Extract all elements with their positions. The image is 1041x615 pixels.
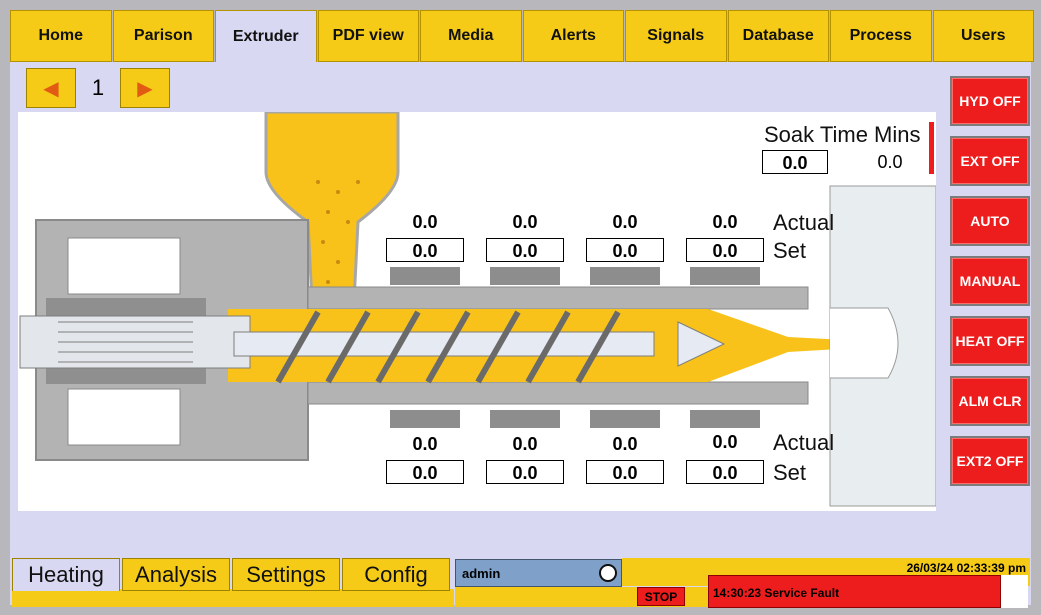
zone2-bottom-set-input[interactable]: 0.0 <box>486 460 564 484</box>
hyd-off-button[interactable]: HYD OFF <box>950 76 1030 126</box>
zone2-top-set-input[interactable]: 0.0 <box>486 238 564 262</box>
page-selector: ◀ 1 ▶ <box>26 68 170 108</box>
user-icon <box>599 564 617 582</box>
zone2-top-actual: 0.0 <box>512 212 538 232</box>
arrow-right-icon: ▶ <box>137 77 153 100</box>
zone4-top-set-input[interactable]: 0.0 <box>686 238 764 262</box>
prev-page-button[interactable]: ◀ <box>26 68 76 108</box>
zone1-bottom-actual: 0.0 <box>412 434 438 454</box>
alm-clr-button[interactable]: ALM CLR <box>950 376 1030 426</box>
tab-parison[interactable]: Parison <box>112 10 214 62</box>
tab-process[interactable]: Process <box>830 10 932 62</box>
alarm-banner[interactable]: 14:30:23 Service Fault <box>708 575 1001 608</box>
tab-media[interactable]: Media <box>420 10 522 62</box>
zone3-bottom-actual: 0.0 <box>612 434 638 454</box>
tab-users[interactable]: Users <box>932 10 1034 62</box>
page-number: 1 <box>91 75 105 100</box>
tab-settings[interactable]: Settings <box>232 558 340 591</box>
zone2-bottom-actual: 0.0 <box>512 434 538 454</box>
tab-analysis[interactable]: Analysis <box>122 558 230 591</box>
bottom-actual-label: Actual <box>773 430 835 455</box>
zone4-bottom-set-input[interactable]: 0.0 <box>686 460 764 484</box>
zone3-top-actual: 0.0 <box>612 212 638 232</box>
arrow-left-icon: ◀ <box>43 77 59 100</box>
zone1-top-set-input[interactable]: 0.0 <box>386 238 464 262</box>
top-actual-label: Actual <box>773 210 835 235</box>
heat-off-button[interactable]: HEAT OFF <box>950 316 1030 366</box>
tab-database[interactable]: Database <box>727 10 829 62</box>
soak-time-set-input[interactable]: 0.0 <box>762 150 828 174</box>
ext-off-button[interactable]: EXT OFF <box>950 136 1030 186</box>
top-set-label: Set <box>773 238 807 263</box>
zone4-bottom-actual: 0.0 <box>712 432 738 452</box>
tab-pdf-view[interactable]: PDF view <box>317 10 419 62</box>
zone1-top-actual: 0.0 <box>412 212 438 232</box>
stop-indicator: STOP <box>637 587 685 606</box>
control-button-panel: HYD OFF EXT OFF AUTO MANUAL HEAT OFF ALM… <box>950 76 1032 496</box>
tab-signals[interactable]: Signals <box>625 10 727 62</box>
tab-heating[interactable]: Heating <box>12 558 120 591</box>
auto-button[interactable]: AUTO <box>950 196 1030 246</box>
zone1-bottom-set-input[interactable]: 0.0 <box>386 460 464 484</box>
soak-time-title: Soak Time Mins <box>764 122 921 147</box>
next-page-button[interactable]: ▶ <box>120 68 170 108</box>
tab-alerts[interactable]: Alerts <box>522 10 624 62</box>
bottom-set-label: Set <box>773 460 807 485</box>
bottom-tab-bar: Heating Analysis Settings Config <box>12 558 452 591</box>
tab-extruder[interactable]: Extruder <box>215 10 317 62</box>
tab-config[interactable]: Config <box>342 558 450 591</box>
current-user: admin <box>462 565 501 581</box>
manual-button[interactable]: MANUAL <box>950 256 1030 306</box>
alarm-blank-cell <box>1001 575 1028 608</box>
main-navigation: Home Parison Extruder PDF view Media Ale… <box>10 10 1035 62</box>
user-login-box[interactable]: admin <box>455 559 622 587</box>
bottom-tab-underline <box>12 589 454 607</box>
soak-time-actual: 0.0 <box>877 152 903 172</box>
zone3-bottom-set-input[interactable]: 0.0 <box>586 460 664 484</box>
ext2-off-button[interactable]: EXT2 OFF <box>950 436 1030 486</box>
zone3-top-set-input[interactable]: 0.0 <box>586 238 664 262</box>
tab-home[interactable]: Home <box>10 10 112 62</box>
zone4-top-actual: 0.0 <box>712 212 738 232</box>
extruder-diagram: Soak Time Mins 0.0 0.0 0.0 0.0 0.0 0.0 0… <box>18 112 936 511</box>
